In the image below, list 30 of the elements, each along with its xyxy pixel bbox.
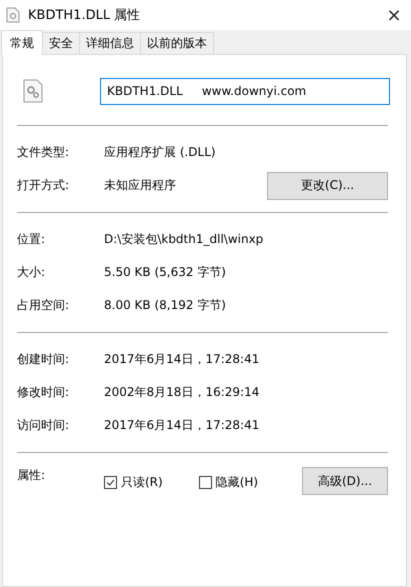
field-value: 2002年8月18日，16:29:14 (104, 384, 260, 401)
field-value: 2017年6月14日，17:28:41 (104, 351, 260, 368)
file-name-field[interactable]: KBDTH1.DLL www.downyi.com (100, 78, 390, 104)
checkbox[interactable] (104, 476, 117, 489)
checkbox[interactable] (198, 476, 212, 489)
field-value: 应用程序扩展 (.DLL) (104, 144, 217, 161)
file-icon (6, 7, 20, 23)
field-value: D:\安装包\kbdth1_dll\winxp (104, 231, 264, 248)
advanced-button[interactable]: 高级(D)... (302, 467, 388, 495)
checkbox-label: 只读(R) (121, 474, 163, 491)
field-value: 5.50 KB (5,632 字节) (104, 264, 227, 281)
field-value: 8.00 KB (8,192 字节) (104, 297, 227, 314)
tab[interactable]: 以前的版本 (140, 32, 214, 54)
field-label: 占用空间: (17, 297, 70, 314)
field-label: 访问时间: (17, 417, 70, 434)
field-label: 位置: (17, 231, 46, 248)
file-gear-icon (23, 79, 43, 103)
close-button[interactable]: × (377, 4, 411, 26)
field-label: 文件类型: (17, 144, 70, 161)
field-value: 未知应用程序 (104, 177, 177, 194)
tab[interactable]: 常规 (1, 30, 43, 55)
change-button[interactable]: 更改(C)... (267, 172, 388, 200)
field-value: 2017年6月14日，17:28:41 (104, 417, 260, 434)
field-label: 大小: (17, 264, 46, 281)
window-title: KBDTH1.DLL 属性 (28, 7, 142, 24)
field-label: 打开方式: (17, 177, 70, 194)
field-label: 属性: (17, 467, 46, 484)
field-label: 创建时间: (17, 351, 70, 368)
checkbox-label: 隐藏(H) (216, 474, 258, 491)
field-label: 修改时间: (17, 384, 70, 401)
